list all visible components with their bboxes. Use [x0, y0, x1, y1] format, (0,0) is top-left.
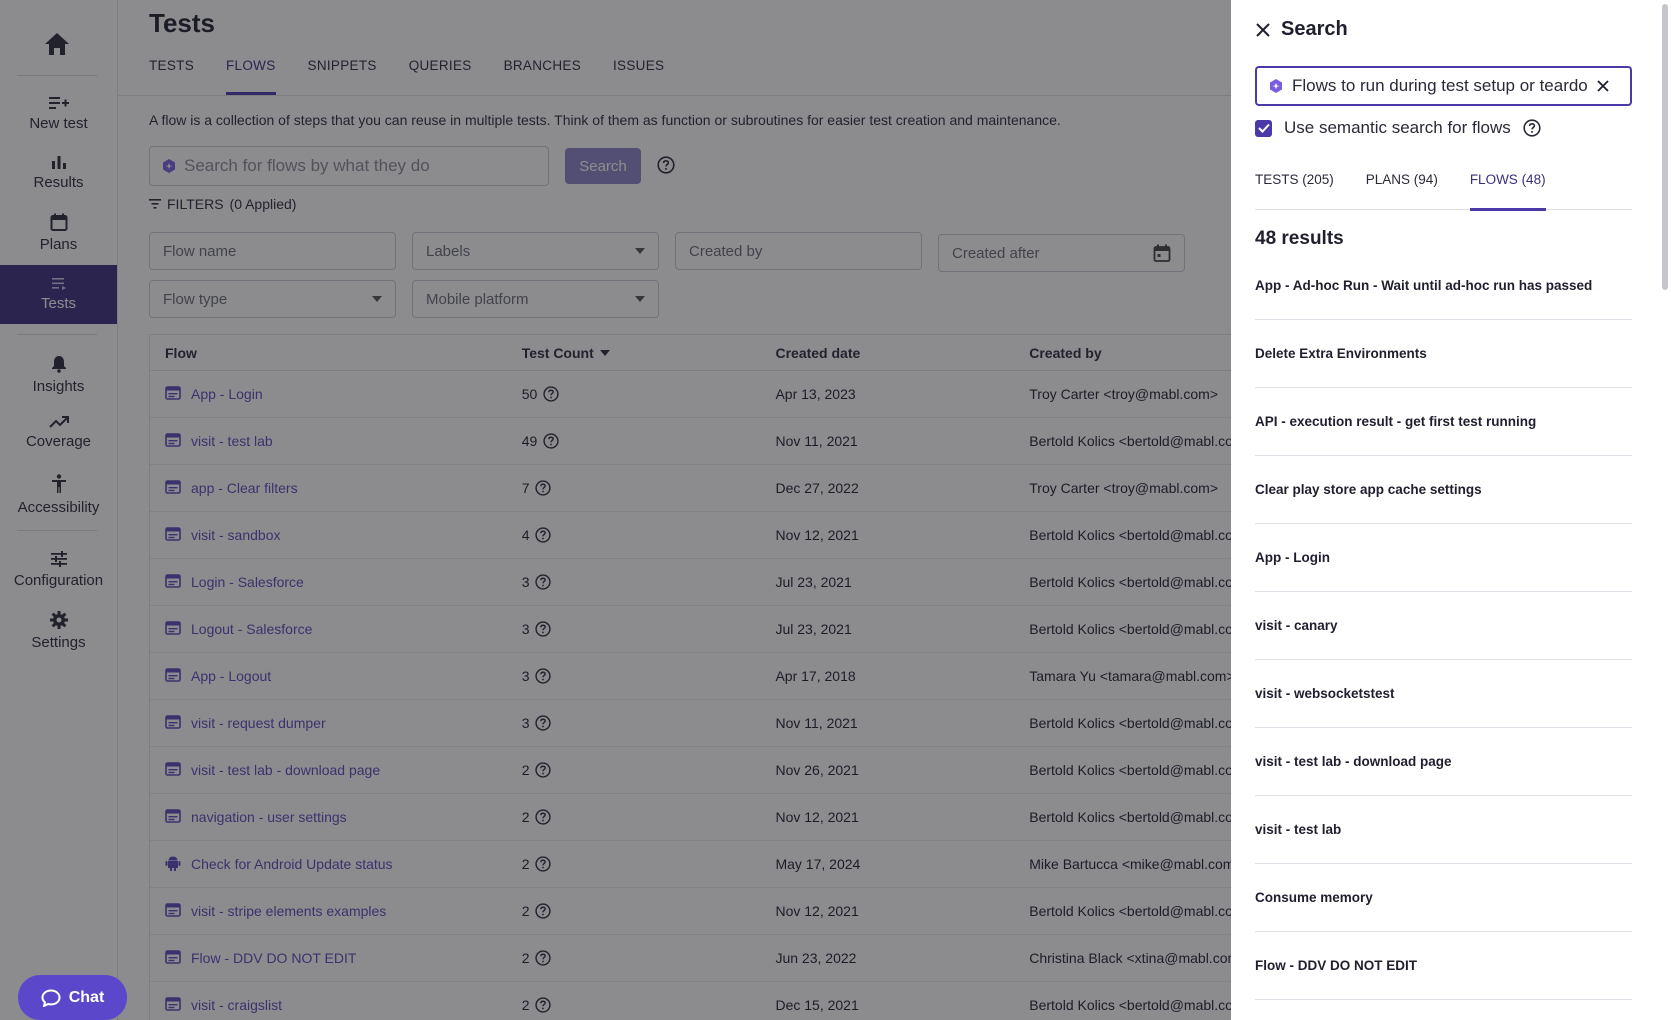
tab-tests-results[interactable]: TESTS (205)	[1255, 172, 1334, 210]
chat-label: Chat	[68, 988, 105, 1006]
search-panel-header: Search	[1255, 18, 1348, 41]
search-result-item[interactable]: visit - test lab - download page	[1255, 728, 1632, 796]
semantic-search-label: Use semantic search for flows	[1284, 118, 1511, 137]
search-results-list: App - Ad-hoc Run - Wait until ad-hoc run…	[1255, 252, 1632, 1000]
search-result-item[interactable]: API - execution result - get first test …	[1255, 388, 1632, 456]
search-result-item[interactable]: App - Ad-hoc Run - Wait until ad-hoc run…	[1255, 252, 1632, 320]
search-panel-title: Search	[1281, 18, 1348, 40]
checkbox-checked-icon[interactable]	[1255, 119, 1272, 137]
search-result-item[interactable]: Flow - DDV DO NOT EDIT	[1255, 932, 1632, 1000]
ai-hexagon-icon	[1270, 79, 1282, 93]
chat-bubble-icon	[41, 988, 61, 1007]
search-query-value: Flows to run during test setup or teardo…	[1292, 76, 1588, 95]
tab-flows-results[interactable]: FLOWS (48)	[1469, 172, 1546, 211]
semantic-search-input[interactable]: Flows to run during test setup or teardo…	[1255, 66, 1632, 106]
search-result-item[interactable]: Delete Extra Environments	[1255, 320, 1632, 388]
search-result-item[interactable]: visit - test lab	[1255, 796, 1632, 864]
scrollbar[interactable]	[1659, 0, 1671, 1020]
result-count: 48 results	[1255, 228, 1344, 249]
help-icon[interactable]	[1523, 119, 1541, 137]
modal-overlay[interactable]	[0, 0, 1231, 1020]
search-result-tabs: TESTS (205) PLANS (94) FLOWS (48)	[1255, 172, 1632, 211]
search-result-item[interactable]: visit - websocketstest	[1255, 660, 1632, 728]
clear-icon[interactable]	[1597, 80, 1609, 92]
search-result-item[interactable]: Consume memory	[1255, 864, 1632, 932]
scrollbar-thumb[interactable]	[1662, 4, 1668, 290]
chat-button[interactable]: Chat	[18, 975, 127, 1020]
search-result-item[interactable]: App - Login	[1255, 524, 1632, 592]
tab-plans-results[interactable]: PLANS (94)	[1366, 172, 1438, 210]
search-result-item[interactable]: Clear play store app cache settings	[1255, 456, 1632, 524]
search-result-item[interactable]: visit - canary	[1255, 592, 1632, 660]
search-panel: Search Flows to run during test setup or…	[1231, 0, 1671, 1020]
close-icon[interactable]	[1255, 22, 1271, 38]
semantic-search-checkbox[interactable]: Use semantic search for flows	[1255, 118, 1541, 138]
